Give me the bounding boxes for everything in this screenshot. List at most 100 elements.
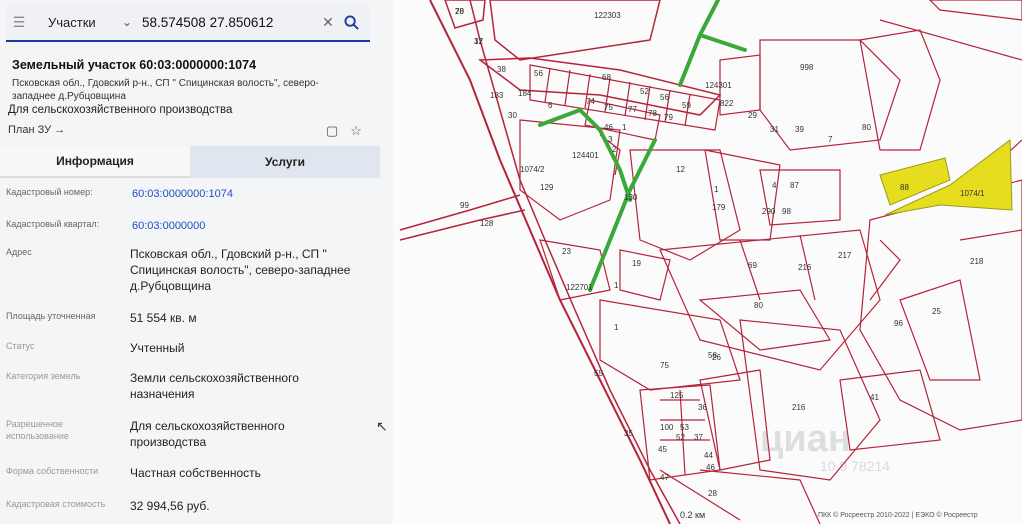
parcel-number-label: 75 bbox=[604, 103, 613, 112]
tab-information[interactable]: Информация bbox=[0, 146, 190, 178]
field-value[interactable]: 60:03:0000000 bbox=[132, 218, 377, 234]
zoom-to-icon[interactable]: ▢ bbox=[326, 123, 338, 139]
parcel-number-label: 23 bbox=[562, 247, 571, 256]
parcel-number-label: 290 bbox=[762, 207, 776, 216]
parcel-number-label: 1074/2 bbox=[520, 165, 545, 174]
parcel-number-label: 80 bbox=[754, 301, 763, 310]
field-label: Кадастровый квартал: bbox=[6, 219, 100, 229]
parcel-number-label: 179 bbox=[712, 203, 726, 212]
field-value: 32 994,56 руб. bbox=[130, 499, 210, 513]
field-value[interactable]: 60:03:0000000:1074 bbox=[132, 186, 377, 202]
parcel-number-label: 38 bbox=[497, 65, 506, 74]
parcel-number-label: 99 bbox=[460, 201, 469, 210]
field-label: Кадастровая стоимость bbox=[6, 499, 106, 509]
parcel-number-label: 122303 bbox=[594, 11, 621, 20]
map-copyright: ПКК © Росреестр 2010-2022 | ЕЭКО © Росре… bbox=[818, 512, 978, 519]
search-category[interactable]: Участки bbox=[48, 15, 122, 30]
parcel-number-label: 77 bbox=[628, 105, 637, 114]
parcel-number-label: 79 bbox=[664, 113, 673, 122]
parcel-number-label: 2 bbox=[612, 145, 617, 154]
parcel-number-label: 216 bbox=[798, 263, 812, 272]
field-label: Кадастровый номер: bbox=[6, 187, 93, 197]
parcel-number-label: 52 bbox=[676, 433, 685, 442]
map-scale: 0.2 км bbox=[680, 510, 706, 520]
parcel-number-label: 47 bbox=[660, 473, 669, 482]
parcel-number-label: 217 bbox=[838, 251, 852, 260]
parcel-number-label: 37 bbox=[694, 433, 703, 442]
parcel-number-label: 78 bbox=[648, 109, 657, 118]
parcel-number-label: 1074/1 bbox=[960, 189, 985, 198]
parcel-number-label: 100 bbox=[660, 423, 674, 432]
parcel-number-label: 52 bbox=[640, 87, 649, 96]
parcel-number-label: 3 bbox=[608, 135, 613, 144]
parcel-number-label: 56 bbox=[534, 69, 543, 78]
parcel-address-short: Псковская обл., Гдовский р-н., СП " Спиц… bbox=[12, 78, 319, 102]
parcel-number-label: 44 bbox=[704, 451, 713, 460]
parcel-number-label: 28 bbox=[708, 489, 717, 498]
field-value: 51 554 кв. м bbox=[130, 311, 197, 325]
parcel-number-label: 69 bbox=[748, 261, 757, 270]
info-panel: ☰ Участки ⌄ 58.574508 27.850612 ✕ Земель… bbox=[0, 0, 393, 524]
parcel-number-label: 87 bbox=[790, 181, 799, 190]
parcel-number-label: 75 bbox=[660, 361, 669, 370]
field-label: Площадь уточненная bbox=[6, 311, 96, 321]
parcel-number-label: 78 bbox=[455, 7, 464, 16]
parcel-number-label: 45 bbox=[658, 445, 667, 454]
parcel-number-label: 183 bbox=[490, 91, 504, 100]
parcel-number-label: 130 bbox=[624, 193, 638, 202]
search-icon[interactable] bbox=[338, 14, 364, 30]
parcel-number-label: 31 bbox=[770, 125, 779, 134]
field-label: Разрешенное использование bbox=[6, 419, 69, 441]
parcel-number-label: 998 bbox=[800, 63, 814, 72]
parcel-number-label: 58 bbox=[708, 351, 717, 360]
tab-services[interactable]: Услуги bbox=[190, 146, 380, 178]
field-value: Для сельскохозяйственного производства bbox=[130, 419, 285, 449]
parcel-number-label: 53 bbox=[680, 423, 689, 432]
parcel-purpose: Для сельскохозяйственного производства bbox=[8, 104, 233, 116]
parcel-number-label: 124401 bbox=[572, 151, 599, 160]
field-value: Земли сельскохозяйственного назначения bbox=[130, 371, 299, 401]
parcel-number-label: 129 bbox=[540, 183, 554, 192]
mouse-cursor-icon: ↖ bbox=[376, 418, 388, 434]
parcel-number-label: 822 bbox=[720, 99, 734, 108]
parcel-number-label: 7 bbox=[828, 135, 833, 144]
parcel-number-label: 41 bbox=[870, 393, 879, 402]
parcel-number-label: 12 bbox=[676, 165, 685, 174]
parcel-number-label: 29 bbox=[748, 111, 757, 120]
field-label: Статус bbox=[6, 341, 35, 351]
parcel-number-label: 1 bbox=[622, 123, 627, 132]
search-bar[interactable]: ☰ Участки ⌄ 58.574508 27.850612 ✕ bbox=[6, 4, 370, 42]
parcel-number-label: 19 bbox=[632, 259, 641, 268]
parcel-number-label: 128 bbox=[480, 219, 494, 228]
field-value: Псковская обл., Гдовский р-н., СП " Спиц… bbox=[130, 247, 351, 293]
tab-bar: Информация Услуги bbox=[0, 146, 380, 178]
parcel-number-label: 80 bbox=[862, 123, 871, 132]
field-label: Категория земель bbox=[6, 371, 81, 381]
parcel-number-label: 98 bbox=[782, 207, 791, 216]
menu-icon[interactable]: ☰ bbox=[6, 14, 32, 31]
parcel-number-label: 39 bbox=[795, 125, 804, 134]
parcel-number-label: 96 bbox=[894, 319, 903, 328]
watermark-logo: циан bbox=[760, 418, 851, 460]
field-label: Форма собственности bbox=[6, 466, 99, 476]
parcel-number-label: 6 bbox=[548, 101, 553, 110]
parcel-number-label: 1 bbox=[714, 185, 719, 194]
search-input[interactable]: 58.574508 27.850612 bbox=[142, 15, 318, 30]
chevron-down-icon[interactable]: ⌄ bbox=[122, 15, 136, 29]
parcel-number-label: 1 bbox=[614, 281, 619, 290]
parcel-number-label: 216 bbox=[792, 403, 806, 412]
plan-link[interactable]: План ЗУ → bbox=[8, 124, 65, 136]
parcel-number-label: 184 bbox=[518, 89, 532, 98]
parcel-number-label: 1 bbox=[614, 323, 619, 332]
parcel-number-label: 4 bbox=[772, 181, 777, 190]
parcel-number-label: 30 bbox=[508, 111, 517, 120]
parcel-number-label: 46 bbox=[706, 463, 715, 472]
close-icon[interactable]: ✕ bbox=[318, 14, 338, 31]
star-icon[interactable]: ☆ bbox=[350, 123, 362, 139]
watermark-id: 10 9 78214 bbox=[820, 458, 891, 474]
parcel-number-label: 59 bbox=[682, 101, 691, 110]
parcel-number-label: 56 bbox=[660, 93, 669, 102]
parcel-number-label: 125 bbox=[670, 391, 684, 400]
parcel-number-label: 12 bbox=[474, 37, 483, 46]
parcel-number-label: 218 bbox=[970, 257, 984, 266]
